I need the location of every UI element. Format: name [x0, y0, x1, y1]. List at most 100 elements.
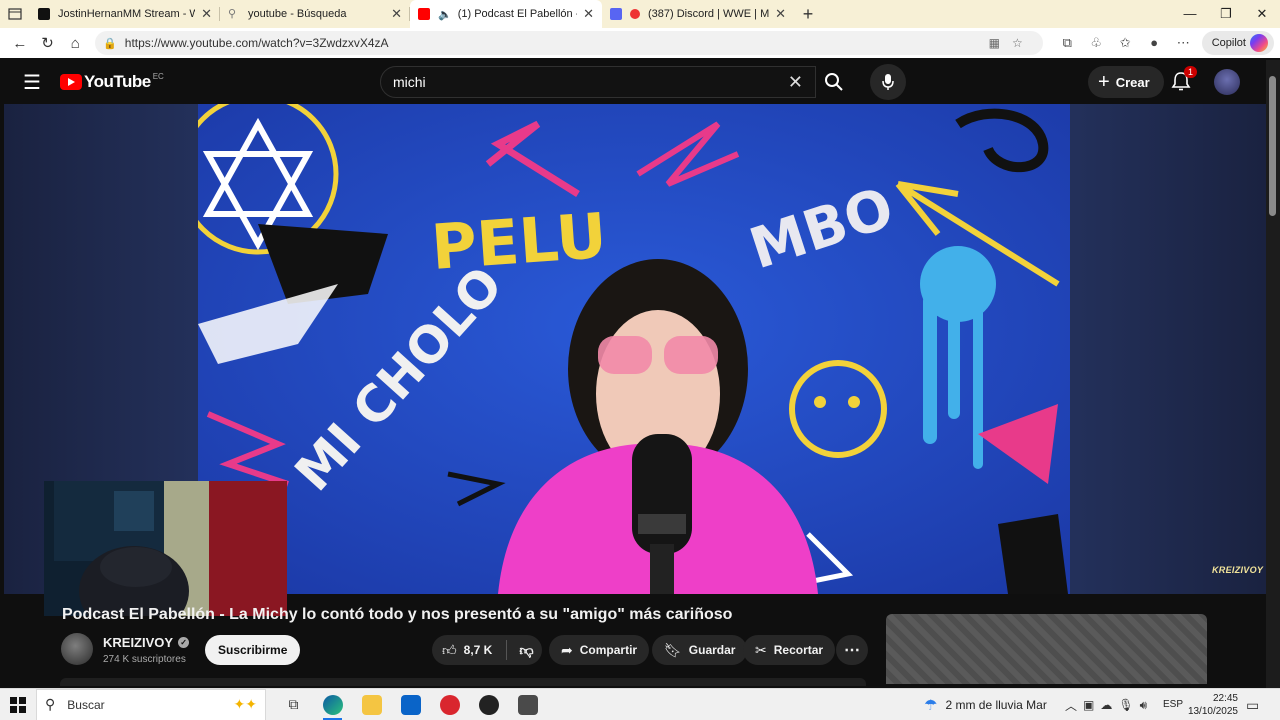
copilot-button[interactable]: Copilot [1201, 31, 1274, 55]
thumbs-up-icon: 👍︎ [442, 641, 457, 658]
url-field[interactable]: 🔒 https://www.youtube.com/watch?v=3Zwdzx… [95, 31, 1043, 55]
refresh-icon[interactable]: ↻ [34, 34, 62, 52]
close-window-icon[interactable]: ✕ [1244, 6, 1280, 22]
page-scrollbar[interactable] [1266, 60, 1280, 688]
browser-tab[interactable]: ⚲ youtube - Búsqueda ✕ [220, 0, 410, 28]
notifications-button[interactable]: 1 [1170, 66, 1198, 94]
tab-title: youtube - Búsqueda [248, 8, 347, 20]
folder-icon [361, 694, 382, 715]
cloud-icon[interactable]: ☁ [1100, 698, 1112, 712]
search-highlight-icon: ✦✦ [233, 696, 257, 712]
recording-icon [630, 9, 640, 19]
taskbar-app-red[interactable] [430, 689, 469, 720]
weather-widget[interactable]: ☂ 2 mm de lluvia Mar [924, 689, 1047, 720]
maximize-icon[interactable]: ❐ [1208, 6, 1244, 22]
subscribe-button[interactable]: Suscribirme [205, 635, 301, 665]
profile-icon[interactable]: ● [1140, 35, 1169, 51]
weather-text: 2 mm de lluvia Mar [945, 698, 1047, 712]
minimize-icon[interactable]: — [1172, 6, 1208, 22]
subscriber-count: 274 K suscriptores [103, 654, 186, 665]
search-favicon-icon: ⚲ [228, 8, 237, 20]
browser-tab[interactable]: (387) Discord | WWE | Marsh ✕ [602, 0, 794, 28]
channel-avatar[interactable] [61, 633, 93, 665]
search-button[interactable] [816, 66, 852, 98]
microphone-tray-icon[interactable]: 🎙︎ [1118, 698, 1133, 712]
window-controls: — ❐ ✕ [1172, 6, 1280, 22]
logo-text: YouTube [84, 72, 151, 91]
search-icon [825, 73, 843, 91]
new-tab-button[interactable]: + [794, 4, 822, 25]
video-player[interactable]: PELU MBO MI CHOLO [198, 104, 1070, 594]
game-app-icon [439, 694, 460, 715]
tab-actions-icon[interactable] [0, 0, 30, 28]
taskbar-file-explorer[interactable] [352, 689, 391, 720]
task-view-button[interactable]: ⧉ [274, 689, 313, 720]
notification-badge: 1 [1184, 66, 1198, 78]
language-indicator[interactable]: ESP [1163, 699, 1183, 710]
close-tab-icon[interactable]: ✕ [201, 6, 212, 22]
menu-icon[interactable]: ☰ [4, 70, 60, 95]
app-available-icon[interactable]: ▦ [989, 36, 1012, 50]
copilot-label: Copilot [1211, 37, 1246, 49]
save-label: Guardar [688, 643, 736, 657]
browser-essentials-icon[interactable]: ♧ [1082, 35, 1111, 51]
microphone-icon [882, 74, 894, 90]
youtube-logo[interactable]: YouTube EC [60, 72, 164, 92]
side-ad-card[interactable] [886, 614, 1207, 684]
voice-search-button[interactable] [870, 64, 906, 100]
chevron-up-icon[interactable]: ︿ [1065, 697, 1077, 714]
lock-icon[interactable]: 🔒 [103, 37, 117, 50]
notification-center-icon[interactable]: ▭ [1246, 697, 1259, 714]
volume-icon[interactable]: 🔊︎ [1140, 698, 1148, 713]
clear-search-icon[interactable]: ✕ [788, 72, 803, 93]
like-dislike-group: 👍︎ 8,7 K 👎︎ [432, 635, 542, 665]
obs-icon [478, 694, 499, 715]
thumbs-down-icon: 👎︎ [519, 641, 534, 658]
clip-button[interactable]: ✂ Recortar [743, 635, 836, 665]
extensions-icon[interactable]: ⧉ [1053, 35, 1082, 51]
clock[interactable]: 22:45 13/10/2025 [1186, 692, 1238, 718]
taskbar-search-box[interactable]: ⚲ Buscar ✦✦ [36, 688, 266, 720]
more-menu-icon[interactable]: ⋯ [1169, 35, 1198, 51]
copilot-icon [1249, 34, 1268, 52]
favorite-star-icon[interactable]: ☆ [1012, 36, 1035, 50]
save-button[interactable]: 🔖︎ Guardar [652, 635, 748, 665]
taskbar-edge[interactable] [313, 689, 352, 720]
camera-icon[interactable]: ▣ [1083, 698, 1094, 712]
browser-tab[interactable]: JostinHernanMM Stream - Watch ✕ [30, 0, 220, 28]
more-actions-button[interactable]: ⋯ [836, 635, 868, 665]
dislike-button[interactable]: 👎︎ [507, 642, 533, 659]
taskbar-obs[interactable] [469, 689, 508, 720]
like-button[interactable]: 👍︎ 8,7 K [432, 640, 508, 660]
create-button[interactable]: + Crear [1088, 66, 1164, 98]
favorites-icon[interactable]: ✩ [1111, 35, 1140, 51]
account-avatar[interactable] [1214, 69, 1240, 95]
channel-name[interactable]: KREIZIVOY [103, 635, 173, 650]
close-tab-icon[interactable]: ✕ [583, 6, 594, 22]
country-code: EC [152, 71, 164, 81]
scrollbar-thumb[interactable] [1269, 76, 1276, 216]
scissors-icon: ✂ [755, 641, 767, 658]
speaker-icon[interactable]: 🔈 [438, 8, 452, 21]
verified-icon: ✓ [178, 637, 190, 648]
close-tab-icon[interactable]: ✕ [775, 6, 786, 22]
close-tab-icon[interactable]: ✕ [391, 6, 402, 22]
taskbar-outlook[interactable] [391, 689, 430, 720]
webcam-overlay [44, 481, 287, 616]
video-frame-image: PELU MBO MI CHOLO [198, 104, 1070, 594]
clock-date: 13/10/2025 [1187, 706, 1238, 717]
system-tray: ︿ ▣ ☁ 🎙︎ 🔊︎ [1062, 689, 1150, 720]
search-input[interactable]: michi ✕ [380, 66, 816, 98]
channel-name-row[interactable]: KREIZIVOY ✓ [103, 635, 190, 650]
description-box[interactable] [60, 678, 866, 686]
browser-tab-active[interactable]: 🔈 (1) Podcast El Pabellón - La M ✕ [410, 0, 602, 28]
video-title: Podcast El Pabellón - La Michy lo contó … [62, 606, 733, 623]
start-button[interactable] [0, 696, 36, 713]
back-icon[interactable]: ← [6, 35, 34, 52]
address-bar-row: ← ↻ ⌂ 🔒 https://www.youtube.com/watch?v=… [0, 28, 1280, 58]
home-icon[interactable]: ⌂ [61, 35, 89, 52]
url-text: https://www.youtube.com/watch?v=3ZwdzxvX… [124, 36, 389, 50]
share-button[interactable]: ➦ Compartir [549, 635, 650, 665]
outlook-icon [400, 694, 421, 715]
taskbar-app[interactable] [508, 689, 547, 720]
